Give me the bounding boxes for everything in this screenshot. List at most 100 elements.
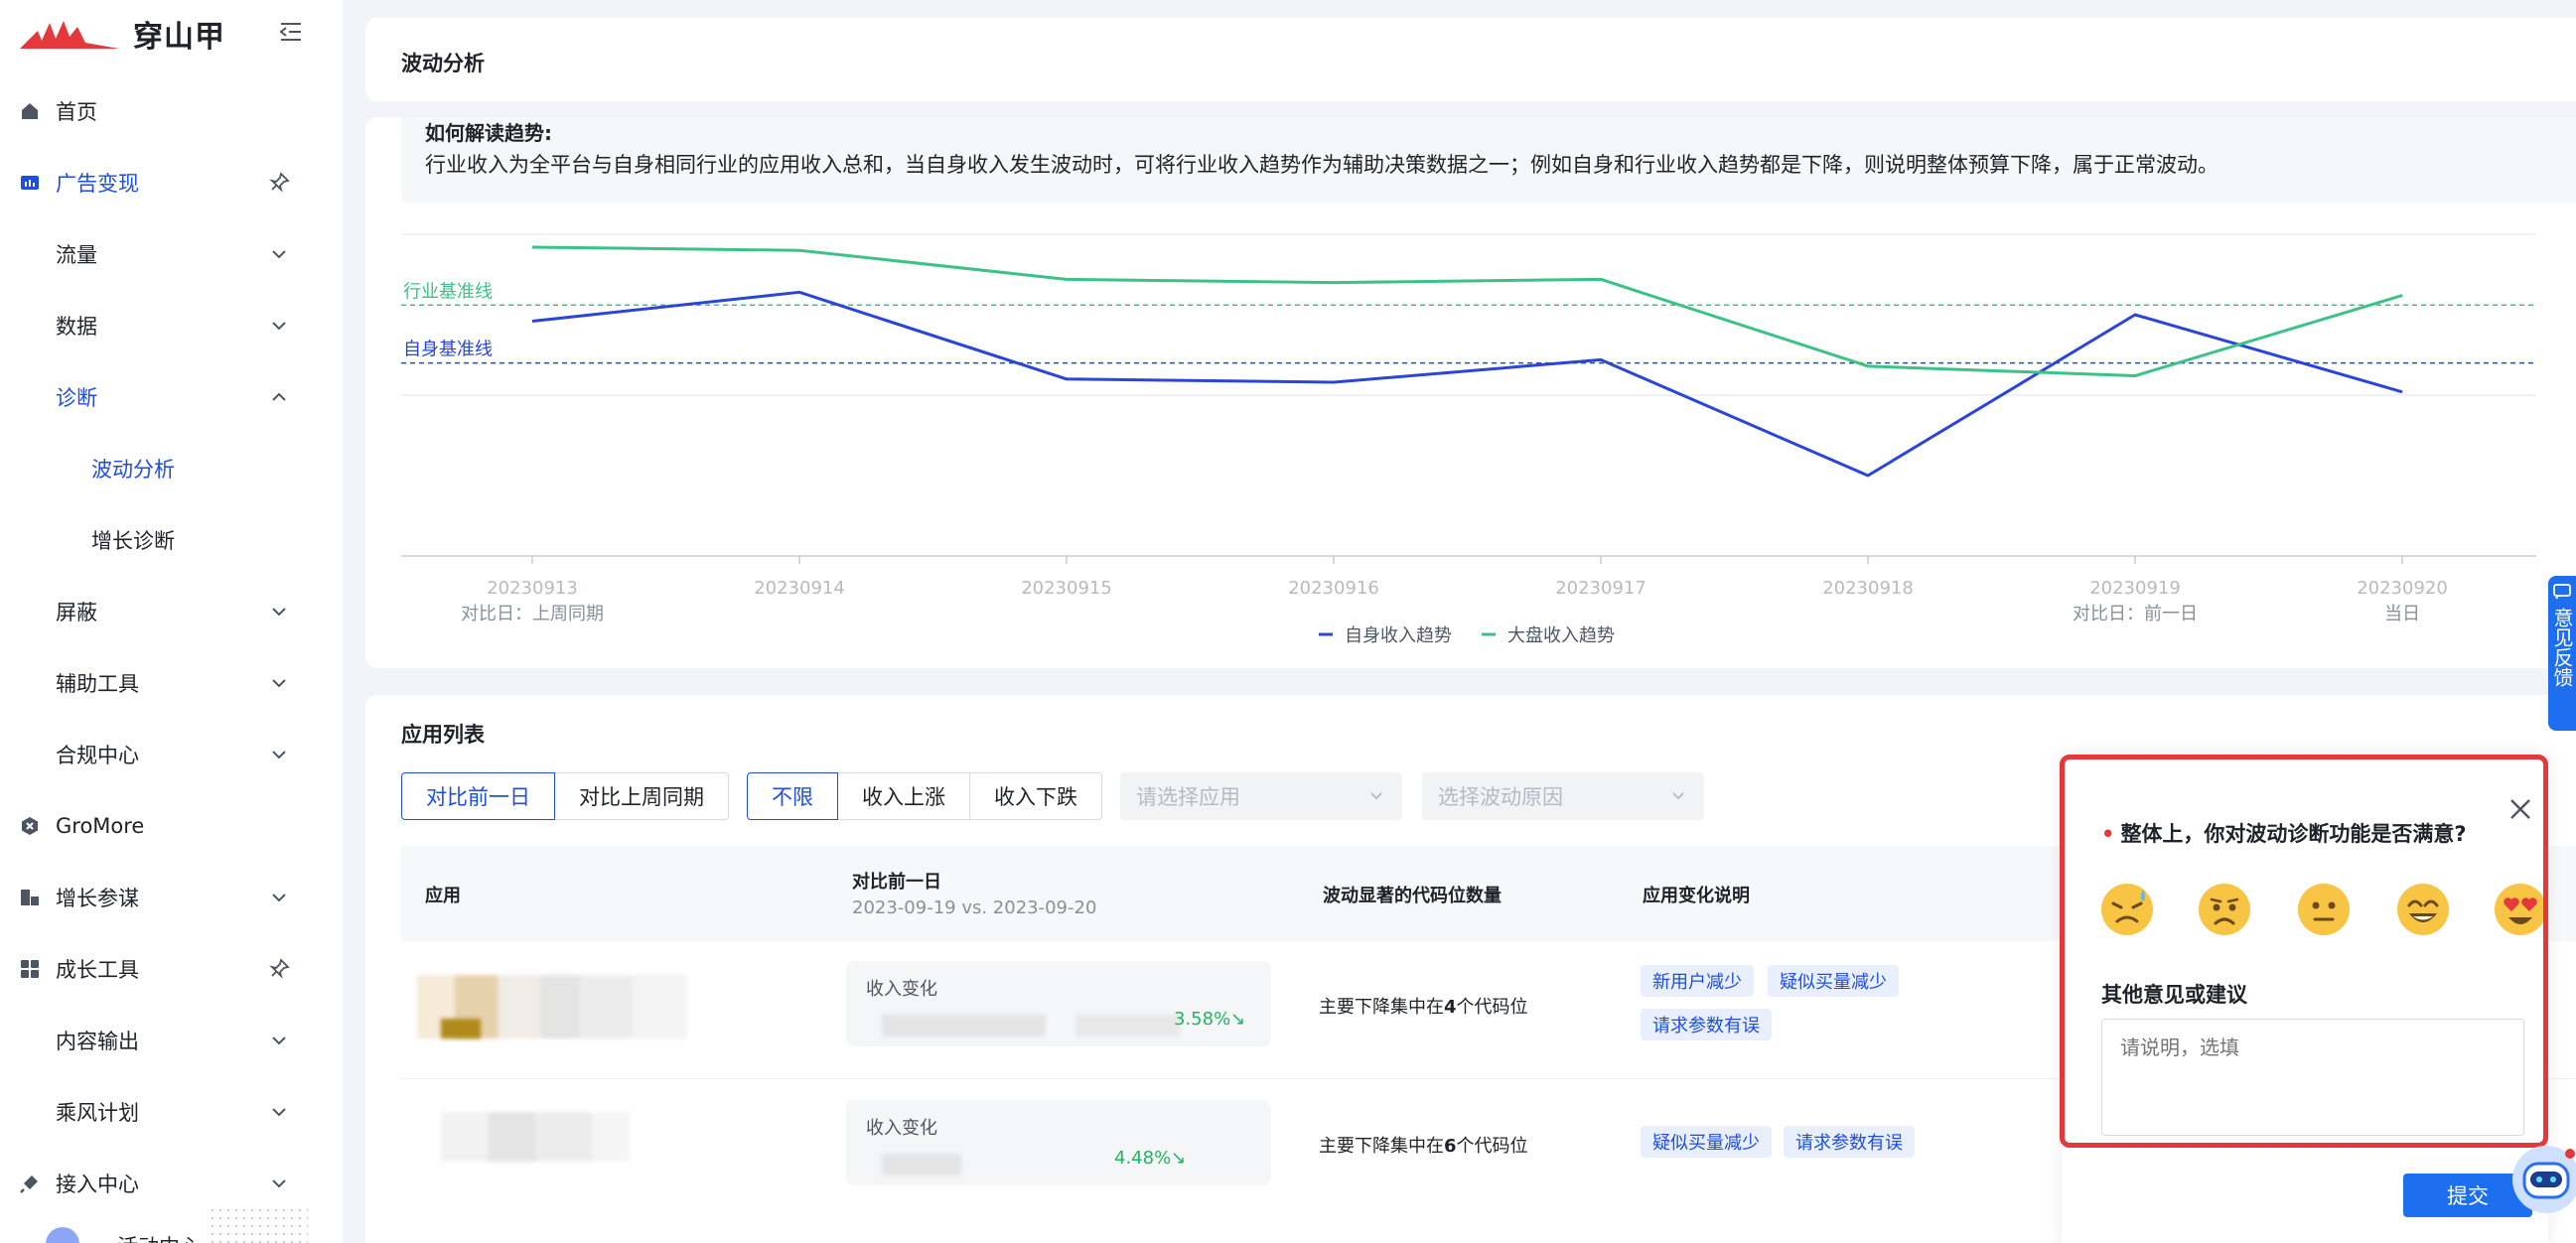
revenue-change-label: 收入变化 bbox=[866, 1118, 937, 1139]
select-reason-placeholder: 选择波动原因 bbox=[1438, 785, 1563, 809]
sidebar-item-ad-monetization[interactable]: 广告变现 bbox=[0, 155, 343, 210]
sidebar-item-home[interactable]: 首页 bbox=[0, 83, 343, 139]
compare-last-week-option[interactable]: 对比上周同期 bbox=[554, 772, 729, 820]
sidebar-item-label: 成长工具 bbox=[56, 958, 139, 982]
change-tag[interactable]: 请求参数有误 bbox=[1641, 1009, 1772, 1040]
sidebar-item-compliance[interactable]: 合规中心 bbox=[0, 727, 343, 782]
slots-summary: 主要下降集中在6个代码位 bbox=[1319, 1136, 1528, 1157]
sidebar-item-label: 增长诊断 bbox=[91, 529, 175, 553]
pin-icon[interactable] bbox=[268, 958, 290, 980]
x-tick-label: 20230913 bbox=[487, 578, 578, 599]
sidebar-item-label: 数据 bbox=[56, 315, 97, 339]
filter-all-option[interactable]: 不限 bbox=[747, 772, 838, 820]
sidebar-item-gromore[interactable]: GroMore bbox=[0, 798, 343, 854]
change-tag[interactable]: 疑似买量减少 bbox=[1641, 1126, 1772, 1158]
chevron-down-icon bbox=[270, 245, 288, 263]
chevron-down-icon bbox=[270, 1103, 288, 1121]
bar-chart-icon bbox=[20, 173, 40, 193]
revenue-change-percent: 4.48%↘ bbox=[1114, 1148, 1187, 1169]
sidebar-item-activity-center[interactable]: 活动中心 bbox=[117, 1231, 201, 1243]
sidebar-item-growth-tools[interactable]: 成长工具 bbox=[0, 941, 343, 997]
revenue-change-box: 收入变化 4.48%↘ bbox=[846, 1100, 1271, 1185]
pin-icon[interactable] bbox=[268, 172, 290, 194]
sidebar-item-traffic[interactable]: 流量 bbox=[0, 226, 343, 282]
x-tick-label: 20230915 bbox=[1021, 578, 1112, 599]
trend-chart-card: 如何解读趋势: 行业收入为全平台与自身相同行业的应用收入总和，当自身收入发生波动… bbox=[365, 117, 2576, 668]
select-app-dropdown[interactable]: 请选择应用 bbox=[1120, 772, 1402, 820]
chevron-down-icon bbox=[270, 674, 288, 692]
chevron-down-icon bbox=[270, 889, 288, 906]
sidebar-item-label: 流量 bbox=[56, 243, 97, 267]
grinning-face-icon[interactable] bbox=[2395, 882, 2451, 937]
plug-icon bbox=[20, 1174, 40, 1193]
sidebar-item-access-center[interactable]: 接入中心 bbox=[0, 1156, 343, 1211]
sidebar-item-fluctuation-analysis[interactable]: 波动分析 bbox=[0, 441, 343, 496]
x-tick-label: 20230920 bbox=[2357, 578, 2448, 599]
sidebar-item-tools[interactable]: 辅助工具 bbox=[0, 655, 343, 711]
change-tag[interactable]: 请求参数有误 bbox=[1784, 1126, 1915, 1158]
chevron-down-icon bbox=[270, 603, 288, 621]
chevron-up-icon bbox=[270, 388, 288, 406]
x-tick-label: 20230919 bbox=[2089, 578, 2181, 599]
close-feedback-button[interactable] bbox=[2506, 795, 2534, 823]
chevron-down-icon bbox=[1370, 792, 1382, 800]
revenue-values bbox=[882, 1154, 1080, 1175]
select-reason-dropdown[interactable]: 选择波动原因 bbox=[1422, 772, 1704, 820]
frowning-face-icon[interactable] bbox=[2197, 882, 2252, 937]
sidebar-item-label: 增长参谋 bbox=[56, 887, 139, 910]
sidebar-item-label: 首页 bbox=[56, 100, 97, 124]
activity-center-icon bbox=[46, 1227, 79, 1243]
sidebar-item-growth-diagnosis[interactable]: 增长诊断 bbox=[0, 512, 343, 568]
pangolin-logo-icon bbox=[20, 21, 119, 49]
x-tick-label: 20230916 bbox=[1288, 578, 1379, 599]
column-header-app: 应用 bbox=[425, 886, 461, 906]
sidebar-item-block[interactable]: 屏蔽 bbox=[0, 584, 343, 639]
sidebar-item-growth-advisor[interactable]: 增长参谋 bbox=[0, 870, 343, 925]
revenue-filter-segmented-control: 不限 收入上涨 收入下跌 bbox=[747, 772, 1102, 820]
sidebar-item-label: 广告变现 bbox=[56, 172, 139, 196]
collapse-sidebar-button[interactable] bbox=[276, 20, 306, 44]
side-feedback-tab[interactable]: 意见反馈 bbox=[2548, 576, 2576, 731]
x-tick-label: 20230917 bbox=[1555, 578, 1646, 599]
sidebar-item-label: 接入中心 bbox=[56, 1173, 139, 1196]
sidebar-item-label: 辅助工具 bbox=[56, 672, 139, 696]
sidebar-item-diagnosis[interactable]: 诊断 bbox=[0, 369, 343, 425]
x-tick-sublabel: 对比日：前一日 bbox=[2073, 604, 2198, 624]
compare-previous-day-option[interactable]: 对比前一日 bbox=[401, 772, 555, 820]
brand-logo[interactable]: 穿山甲 bbox=[20, 14, 225, 55]
sidebar-item-data[interactable]: 数据 bbox=[0, 298, 343, 353]
sidebar-item-ride-wind-plan[interactable]: 乘风计划 bbox=[0, 1084, 343, 1140]
column-header-compare: 对比前一日 bbox=[852, 872, 941, 893]
page-header: 波动分析 bbox=[365, 18, 2576, 101]
page-title: 波动分析 bbox=[401, 52, 485, 75]
chevron-down-icon bbox=[270, 746, 288, 763]
heart-eyes-face-icon[interactable] bbox=[2493, 882, 2548, 937]
app-name bbox=[441, 1019, 481, 1038]
assistant-robot-icon[interactable] bbox=[2506, 1140, 2576, 1219]
legend-label: 大盘收入趋势 bbox=[1507, 625, 1615, 646]
side-feedback-tab-label: 意见反馈 bbox=[2550, 608, 2574, 687]
change-tag[interactable]: 新用户减少 bbox=[1641, 965, 1754, 997]
neutral-face-icon[interactable] bbox=[2296, 882, 2352, 937]
revenue-change-box: 收入变化 3.58%↘ bbox=[846, 961, 1271, 1046]
feedback-question: • 整体上，你对波动诊断功能是否满意? bbox=[2101, 818, 2467, 848]
filter-revenue-up-option[interactable]: 收入上涨 bbox=[837, 772, 970, 820]
sidebar-item-label: 波动分析 bbox=[91, 458, 175, 482]
slots-summary: 主要下降集中在4个代码位 bbox=[1319, 997, 1528, 1018]
sidebar-item-label: GroMore bbox=[56, 814, 145, 838]
suggestion-input[interactable] bbox=[2101, 1019, 2524, 1136]
sidebar-item-content-output[interactable]: 内容输出 bbox=[0, 1013, 343, 1068]
reference-line-label: 行业基准线 bbox=[403, 281, 493, 302]
revenue-change-percent: 3.58%↘ bbox=[1174, 1009, 1246, 1030]
chevron-down-icon bbox=[270, 317, 288, 335]
change-tag[interactable]: 疑似买量减少 bbox=[1768, 965, 1899, 997]
x-tick-label: 20230918 bbox=[1822, 578, 1914, 599]
sweating-face-icon[interactable] bbox=[2099, 882, 2155, 937]
revenue-values bbox=[882, 1015, 1180, 1036]
home-icon bbox=[20, 101, 40, 121]
filter-revenue-down-option[interactable]: 收入下跌 bbox=[969, 772, 1102, 820]
x-tick-sublabel: 对比日：上周同期 bbox=[461, 604, 604, 624]
revenue-trend-chart: 行业基准线自身基准线 20230913 对比日：上周同期 20230914 202309… bbox=[401, 233, 2536, 646]
decorative-dot-pattern bbox=[209, 1206, 308, 1243]
feedback-icon bbox=[2553, 584, 2571, 600]
